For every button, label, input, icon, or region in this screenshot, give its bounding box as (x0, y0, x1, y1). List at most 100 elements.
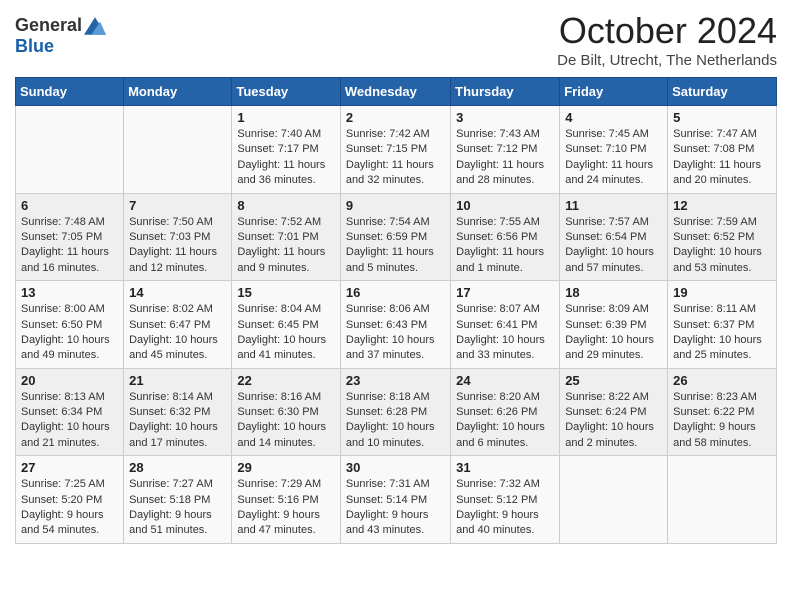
day-info: Sunrise: 8:16 AMSunset: 6:30 PMDaylight:… (237, 390, 335, 452)
day-info: Sunrise: 7:32 AMSunset: 5:12 PMDaylight:… (456, 477, 554, 539)
day-number: 8 (237, 198, 335, 213)
location-title: De Bilt, Utrecht, The Netherlands (557, 52, 777, 69)
day-cell: 17Sunrise: 8:07 AMSunset: 6:41 PMDayligh… (451, 281, 560, 369)
day-info: Sunrise: 7:50 AMSunset: 7:03 PMDaylight:… (129, 215, 226, 277)
day-cell: 5 Sunrise: 7:47 AMSunset: 7:08 PMDaylight… (668, 106, 777, 194)
day-cell: 9 Sunrise: 7:54 AMSunset: 6:59 PMDaylight… (340, 193, 450, 281)
day-info: Sunrise: 8:13 AMSunset: 6:34 PMDaylight:… (21, 390, 118, 452)
day-cell: 23 Sunrise: 8:18 AMSunset: 6:28 PMDayligh… (340, 368, 450, 456)
day-cell: 7 Sunrise: 7:50 AMSunset: 7:03 PMDaylight… (124, 193, 232, 281)
day-cell: 28Sunrise: 7:27 AMSunset: 5:18 PMDayligh… (124, 456, 232, 544)
day-info: Sunrise: 7:43 AMSunset: 7:12 PMDaylight:… (456, 127, 554, 189)
day-cell (16, 106, 124, 194)
day-cell: 16 Sunrise: 8:06 AMSunset: 6:43 PMDayligh… (340, 281, 450, 369)
day-info: Sunrise: 8:07 AMSunset: 6:41 PMDaylight:… (456, 302, 554, 364)
day-cell: 22 Sunrise: 8:16 AMSunset: 6:30 PMDayligh… (232, 368, 341, 456)
day-number: 29 (237, 460, 335, 475)
day-info: Sunrise: 8:06 AMSunset: 6:43 PMDaylight:… (346, 302, 445, 364)
week-row-2: 6Sunrise: 7:48 AMSunset: 7:05 PMDaylight… (16, 193, 777, 281)
header: General Blue October 2024 De Bilt, Utrec… (15, 10, 777, 69)
day-number: 7 (129, 198, 226, 213)
logo-general: General (15, 15, 82, 36)
day-info: Sunrise: 7:25 AMSunset: 5:20 PMDaylight:… (21, 477, 118, 539)
day-cell: 3 Sunrise: 7:43 AMSunset: 7:12 PMDaylight… (451, 106, 560, 194)
day-cell: 24 Sunrise: 8:20 AMSunset: 6:26 PMDayligh… (451, 368, 560, 456)
weekday-header-tuesday: Tuesday (232, 78, 341, 106)
day-info: Sunrise: 7:45 AMSunset: 7:10 PMDaylight:… (565, 127, 662, 189)
day-number: 12 (673, 198, 771, 213)
day-number: 9 (346, 198, 445, 213)
day-cell: 1 Sunrise: 7:40 AMSunset: 7:17 PMDaylight… (232, 106, 341, 194)
day-info: Sunrise: 7:54 AMSunset: 6:59 PMDaylight:… (346, 215, 445, 277)
day-number: 27 (21, 460, 118, 475)
day-info: Sunrise: 8:02 AMSunset: 6:47 PMDaylight:… (129, 302, 226, 364)
day-cell: 25 Sunrise: 8:22 AMSunset: 6:24 PMDayligh… (560, 368, 668, 456)
day-cell: 2Sunrise: 7:42 AMSunset: 7:15 PMDaylight… (340, 106, 450, 194)
day-number: 13 (21, 285, 118, 300)
day-cell: 4 Sunrise: 7:45 AMSunset: 7:10 PMDaylight… (560, 106, 668, 194)
day-number: 2 (346, 110, 445, 125)
day-info: Sunrise: 8:23 AMSunset: 6:22 PMDaylight:… (673, 390, 771, 452)
day-info: Sunrise: 7:29 AMSunset: 5:16 PMDaylight:… (237, 477, 335, 539)
day-info: Sunrise: 7:31 AMSunset: 5:14 PMDaylight:… (346, 477, 445, 539)
day-info: Sunrise: 7:47 AMSunset: 7:08 PMDaylight:… (673, 127, 771, 189)
weekday-header-row: SundayMondayTuesdayWednesdayThursdayFrid… (16, 78, 777, 106)
day-info: Sunrise: 7:40 AMSunset: 7:17 PMDaylight:… (237, 127, 335, 189)
day-cell: 18 Sunrise: 8:09 AMSunset: 6:39 PMDayligh… (560, 281, 668, 369)
logo-blue: Blue (15, 36, 54, 57)
day-cell: 6Sunrise: 7:48 AMSunset: 7:05 PMDaylight… (16, 193, 124, 281)
day-info: Sunrise: 8:09 AMSunset: 6:39 PMDaylight:… (565, 302, 662, 364)
day-cell (668, 456, 777, 544)
weekday-header-monday: Monday (124, 78, 232, 106)
day-number: 24 (456, 373, 554, 388)
day-cell: 26 Sunrise: 8:23 AMSunset: 6:22 PMDayligh… (668, 368, 777, 456)
day-number: 25 (565, 373, 662, 388)
day-number: 19 (673, 285, 771, 300)
day-number: 26 (673, 373, 771, 388)
day-number: 18 (565, 285, 662, 300)
day-cell (124, 106, 232, 194)
day-number: 22 (237, 373, 335, 388)
day-number: 23 (346, 373, 445, 388)
day-cell: 13 Sunrise: 8:00 AMSunset: 6:50 PMDayligh… (16, 281, 124, 369)
day-cell: 10Sunrise: 7:55 AMSunset: 6:56 PMDayligh… (451, 193, 560, 281)
day-info: Sunrise: 7:55 AMSunset: 6:56 PMDaylight:… (456, 215, 554, 277)
logo-icon (84, 17, 106, 35)
day-cell: 19Sunrise: 8:11 AMSunset: 6:37 PMDayligh… (668, 281, 777, 369)
weekday-header-wednesday: Wednesday (340, 78, 450, 106)
day-info: Sunrise: 8:20 AMSunset: 6:26 PMDaylight:… (456, 390, 554, 452)
weekday-header-friday: Friday (560, 78, 668, 106)
week-row-1: 1 Sunrise: 7:40 AMSunset: 7:17 PMDaylight… (16, 106, 777, 194)
day-info: Sunrise: 8:18 AMSunset: 6:28 PMDaylight:… (346, 390, 445, 452)
day-cell: 20 Sunrise: 8:13 AMSunset: 6:34 PMDayligh… (16, 368, 124, 456)
day-cell: 29 Sunrise: 7:29 AMSunset: 5:16 PMDayligh… (232, 456, 341, 544)
day-info: Sunrise: 8:00 AMSunset: 6:50 PMDaylight:… (21, 302, 118, 364)
day-number: 4 (565, 110, 662, 125)
day-number: 16 (346, 285, 445, 300)
day-number: 5 (673, 110, 771, 125)
day-info: Sunrise: 7:59 AMSunset: 6:52 PMDaylight:… (673, 215, 771, 277)
day-cell: 11Sunrise: 7:57 AMSunset: 6:54 PMDayligh… (560, 193, 668, 281)
day-cell: 15 Sunrise: 8:04 AMSunset: 6:45 PMDayligh… (232, 281, 341, 369)
day-cell: 27 Sunrise: 7:25 AMSunset: 5:20 PMDayligh… (16, 456, 124, 544)
day-number: 1 (237, 110, 335, 125)
day-info: Sunrise: 7:57 AMSunset: 6:54 PMDaylight:… (565, 215, 662, 277)
day-number: 14 (129, 285, 226, 300)
day-cell: 14 Sunrise: 8:02 AMSunset: 6:47 PMDayligh… (124, 281, 232, 369)
calendar-table: SundayMondayTuesdayWednesdayThursdayFrid… (15, 77, 777, 544)
logo: General Blue (15, 15, 106, 57)
day-info: Sunrise: 7:48 AMSunset: 7:05 PMDaylight:… (21, 215, 118, 277)
title-area: October 2024 De Bilt, Utrecht, The Nethe… (557, 10, 777, 69)
day-cell: 12 Sunrise: 7:59 AMSunset: 6:52 PMDayligh… (668, 193, 777, 281)
day-number: 20 (21, 373, 118, 388)
day-info: Sunrise: 8:22 AMSunset: 6:24 PMDaylight:… (565, 390, 662, 452)
day-number: 15 (237, 285, 335, 300)
day-info: Sunrise: 7:52 AMSunset: 7:01 PMDaylight:… (237, 215, 335, 277)
weekday-header-saturday: Saturday (668, 78, 777, 106)
day-info: Sunrise: 8:04 AMSunset: 6:45 PMDaylight:… (237, 302, 335, 364)
week-row-5: 27 Sunrise: 7:25 AMSunset: 5:20 PMDayligh… (16, 456, 777, 544)
day-number: 30 (346, 460, 445, 475)
day-cell: 30 Sunrise: 7:31 AMSunset: 5:14 PMDayligh… (340, 456, 450, 544)
month-title: October 2024 (557, 10, 777, 52)
day-number: 3 (456, 110, 554, 125)
